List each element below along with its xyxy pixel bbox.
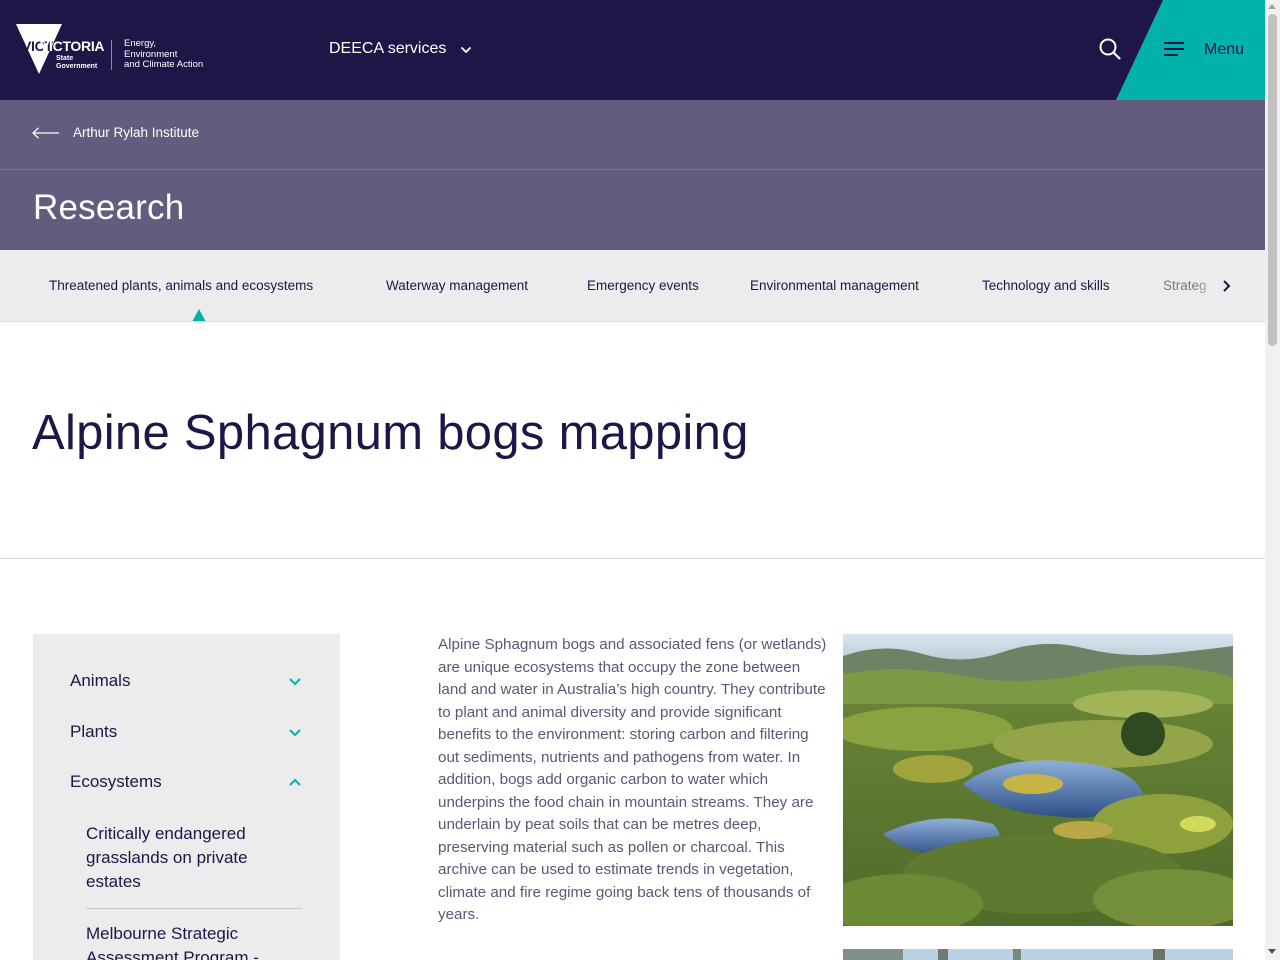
deeca-services-dropdown[interactable]: DEECA services	[329, 40, 472, 58]
sidenav-item-plants[interactable]: Plants	[70, 722, 302, 742]
scrollbar-thumb[interactable]	[1268, 14, 1277, 346]
dept-line: and Climate Action	[124, 59, 204, 70]
victoria-government-logo[interactable]: VICTORIA VICTORIA State Government	[16, 24, 106, 76]
chevron-right-icon	[1223, 280, 1231, 292]
arrow-left-icon	[32, 126, 59, 139]
side-navigation: Animals Plants Ecosystems Critically end…	[33, 634, 340, 960]
chevron-down-icon	[289, 677, 301, 685]
research-tabs: Threatened plants, animals and ecosystem…	[0, 250, 1265, 322]
services-label: DEECA services	[329, 40, 447, 57]
active-tab-indicator	[192, 309, 206, 321]
tab-emergency-events[interactable]: Emergency events	[587, 278, 699, 293]
page-title: Alpine Sphagnum bogs mapping	[32, 406, 749, 460]
sidenav-item-ecosystems[interactable]: Ecosystems	[70, 772, 302, 792]
intro-paragraph: Alpine Sphagnum bogs and associated fens…	[438, 636, 827, 923]
sidenav-subitem-melbourne-strategic-assessment[interactable]: Melbourne Strategic Assessment Program -	[86, 922, 302, 960]
sidenav-item-label: Animals	[70, 671, 131, 690]
back-link-label: Arthur Rylah Institute	[73, 125, 200, 140]
hero-divider	[0, 558, 1265, 559]
tabs-scroll-right-button[interactable]	[1216, 276, 1236, 296]
chevron-down-icon	[461, 46, 472, 54]
alpine-bog-image	[843, 634, 1233, 926]
site-header: VICTORIA VICTORIA State Government Energ…	[0, 0, 1265, 100]
logo-sub-state: State	[56, 55, 74, 62]
logo-wordmark: VICTORIA	[40, 38, 105, 54]
menu-panel: Menu	[1116, 0, 1265, 100]
banner-divider	[0, 169, 1265, 170]
logo-subtitle: State Government	[56, 55, 97, 71]
section-banner: Arthur Rylah Institute Research	[0, 100, 1265, 250]
hamburger-icon	[1164, 41, 1184, 56]
sidenav-item-label: Plants	[70, 722, 118, 741]
tab-environmental-management[interactable]: Environmental management	[750, 278, 919, 293]
second-photo	[843, 949, 1233, 960]
back-link[interactable]: Arthur Rylah Institute	[32, 125, 199, 140]
sidenav-item-animals[interactable]: Animals	[70, 671, 302, 691]
section-title: Research	[33, 188, 185, 227]
sidenav-subitem-divider	[86, 908, 302, 909]
second-photo-image	[843, 949, 1233, 960]
sidenav-subitem-critically-endangered-grasslands[interactable]: Critically endangered grasslands on priv…	[86, 822, 302, 894]
logo-divider	[111, 40, 112, 70]
page-scrollbar[interactable]	[1265, 0, 1280, 960]
menu-button[interactable]: Menu	[1164, 38, 1244, 59]
tab-waterway-management[interactable]: Waterway management	[386, 278, 528, 293]
dept-line: Energy,	[124, 38, 157, 49]
scroll-down-arrow-icon[interactable]	[1268, 949, 1276, 954]
tab-technology-and-skills[interactable]: Technology and skills	[982, 278, 1110, 293]
chevron-up-icon	[289, 778, 301, 786]
logo-sub-government: Government	[56, 63, 98, 70]
tab-threatened-plants-animals-ecosystems[interactable]: Threatened plants, animals and ecosystem…	[49, 278, 313, 293]
menu-label: Menu	[1204, 41, 1245, 58]
alpine-bog-photo	[843, 634, 1233, 926]
department-name: Energy, Environment and Climate Action	[124, 38, 224, 71]
chevron-down-icon	[289, 728, 301, 736]
scroll-up-arrow-icon[interactable]	[1268, 4, 1276, 9]
sidenav-item-label: Ecosystems	[70, 772, 162, 791]
